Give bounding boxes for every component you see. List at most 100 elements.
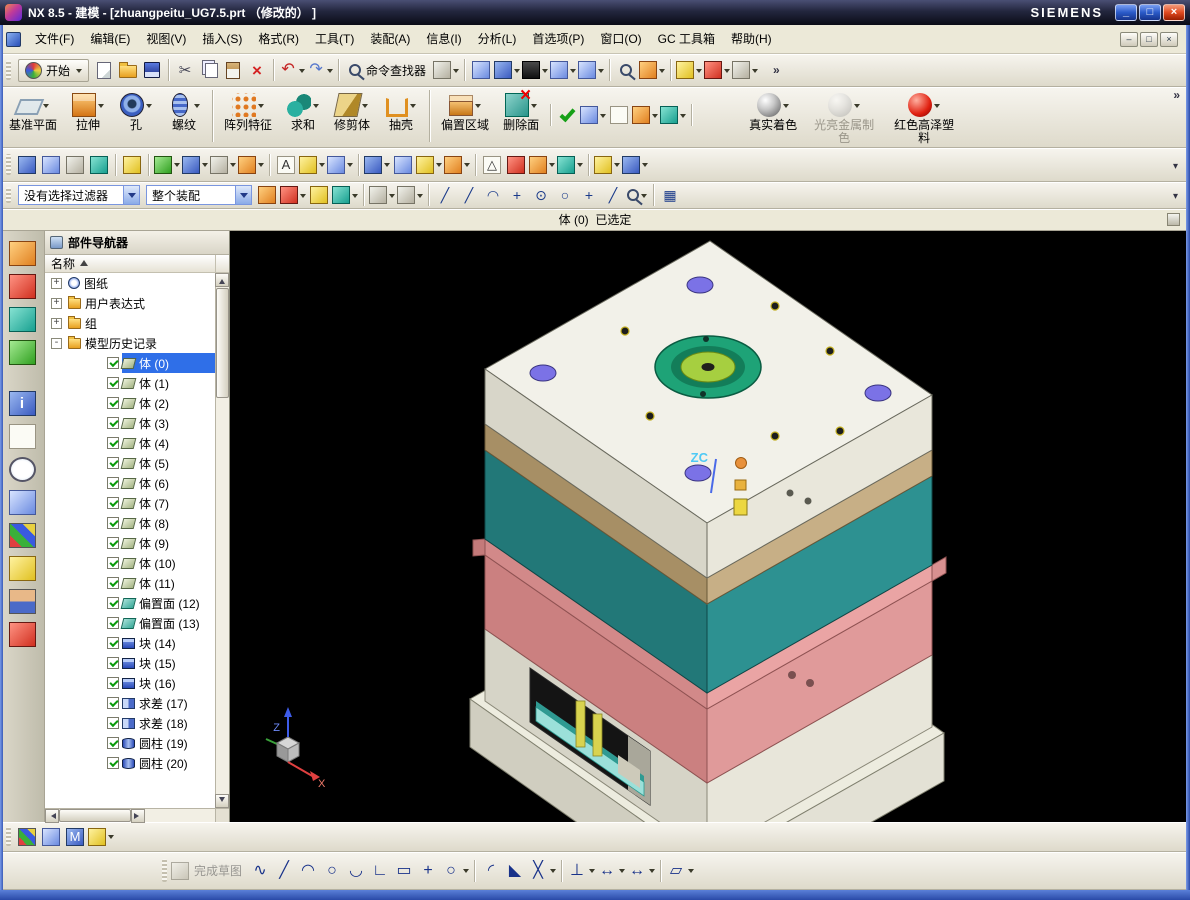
mdi-restore-button[interactable]: □	[1140, 31, 1158, 47]
text-tool-button[interactable]: A	[274, 152, 298, 178]
window-layout-button[interactable]	[469, 57, 493, 83]
snap-endpoint-button[interactable]: ╱	[433, 182, 457, 208]
selection-filter-dropdown[interactable]: 没有选择过滤器	[18, 185, 140, 205]
menu-item[interactable]: 插入(S)	[194, 25, 250, 53]
guide-pin-hole[interactable]	[686, 276, 714, 294]
point-marker[interactable]	[735, 457, 747, 469]
menu-item[interactable]: GC 工具箱	[650, 25, 723, 53]
tree-item[interactable]: 体 (6)	[45, 473, 216, 493]
sketch-task-button[interactable]	[153, 152, 181, 178]
face-analysis-button[interactable]	[556, 152, 584, 178]
dropdown-arrow-icon[interactable]	[724, 68, 731, 76]
checkbox-icon[interactable]	[107, 597, 119, 609]
expander-icon[interactable]: +	[51, 277, 62, 289]
menu-item[interactable]: 窗口(O)	[592, 25, 649, 53]
constraint-navigator-button[interactable]	[8, 274, 37, 299]
dropdown-arrow-icon[interactable]	[652, 113, 659, 121]
toolbar-grip[interactable]	[6, 827, 11, 846]
scrollbar-thumb[interactable]	[59, 809, 131, 822]
select-filter-button[interactable]	[279, 182, 307, 208]
snap-toggle-button[interactable]	[255, 182, 279, 208]
wcs-button[interactable]	[631, 102, 659, 128]
delete-face-button[interactable]: 删除面	[496, 85, 546, 147]
tree-item[interactable]: 求差 (18)	[45, 713, 216, 733]
checkbox-icon[interactable]	[107, 357, 119, 369]
toolbar-options-icon[interactable]	[1173, 188, 1178, 202]
format-button[interactable]	[659, 102, 687, 128]
scrollbar-thumb[interactable]	[216, 288, 229, 398]
tree-item[interactable]: - 模型历史记录	[45, 333, 216, 353]
dropdown-arrow-icon[interactable]	[258, 103, 265, 111]
rectangle-button[interactable]: ▭	[392, 858, 416, 884]
torus-tool-button[interactable]	[415, 152, 443, 178]
dropdown-arrow-icon[interactable]	[194, 103, 201, 111]
menu-item[interactable]: 视图(V)	[138, 25, 194, 53]
display-mode-button[interactable]	[621, 152, 649, 178]
dropdown-arrow-icon[interactable]	[570, 68, 577, 76]
titlebar[interactable]: NX 8.5 - 建模 - [zhuangpeitu_UG7.5.prt （修改…	[0, 0, 1190, 25]
start-button[interactable]: 开始	[18, 58, 90, 82]
menu-item[interactable]: 帮助(H)	[723, 25, 780, 53]
dropdown-arrow-icon[interactable]	[347, 163, 353, 170]
point-tool-button[interactable]	[237, 152, 265, 178]
tree-item[interactable]: 体 (4)	[45, 433, 216, 453]
pattern-feature-button[interactable]: 阵列特征	[217, 88, 279, 147]
wireframe-cube-button[interactable]	[396, 182, 424, 208]
dropdown-arrow-icon[interactable]	[550, 869, 557, 876]
scroll-up-button[interactable]	[215, 273, 229, 287]
command-finder-button[interactable]: 命令查找器	[343, 62, 432, 79]
guide-pin-hole[interactable]	[684, 464, 712, 482]
tree-item[interactable]: 偏置面 (12)	[45, 593, 216, 613]
dropdown-arrow-icon[interactable]	[258, 163, 264, 170]
csys-display-button[interactable]	[528, 152, 556, 178]
dropdown-arrow-icon[interactable]	[327, 68, 334, 76]
sketch-button[interactable]	[181, 152, 209, 178]
dropdown-arrow-icon[interactable]	[299, 68, 306, 76]
offset-region-button[interactable]: 偏置区域	[434, 88, 496, 147]
expander-icon[interactable]: +	[51, 297, 62, 309]
dropdown-arrow-icon[interactable]	[410, 103, 417, 111]
checkbox-icon[interactable]	[107, 737, 119, 749]
find-feature-button[interactable]	[614, 57, 638, 83]
highlight-selection-button[interactable]	[331, 182, 359, 208]
open-file-button[interactable]	[116, 57, 140, 83]
notebook-button[interactable]	[8, 622, 37, 647]
dropdown-arrow-icon[interactable]	[696, 68, 703, 76]
datum-csys-button[interactable]	[579, 102, 607, 128]
copy-button[interactable]	[197, 57, 221, 83]
menu-item[interactable]: 分析(L)	[470, 25, 525, 53]
dropdown-arrow-icon[interactable]	[542, 68, 549, 76]
ok-check-button[interactable]	[555, 102, 579, 128]
dropdown-arrow-icon[interactable]	[854, 103, 861, 111]
web-browser-button[interactable]	[8, 424, 37, 449]
mold-assembly-model[interactable]: ZC Z X	[230, 231, 1186, 822]
measure-distance-button[interactable]	[675, 57, 703, 83]
hole-button[interactable]: 孔	[112, 88, 160, 147]
profile-button[interactable]: ∟	[368, 858, 392, 884]
dropdown-arrow-icon[interactable]	[598, 68, 605, 76]
red-plastic-shading-button[interactable]: 红色高泽塑料	[884, 88, 964, 147]
window-border-bottom[interactable]	[0, 890, 1190, 900]
snap-arc-button[interactable]: ◠	[481, 182, 505, 208]
arc-button[interactable]: ◠	[296, 858, 320, 884]
dropdown-arrow-icon[interactable]	[783, 103, 790, 111]
checkbox-icon[interactable]	[107, 457, 119, 469]
dropdown-arrow-icon[interactable]	[389, 193, 395, 201]
assembly-navigator-button[interactable]	[8, 241, 37, 266]
undo-button[interactable]: ↶	[278, 57, 306, 83]
arc2-button[interactable]: ◡	[344, 858, 368, 884]
tree-item[interactable]: 圆柱 (19)	[45, 733, 216, 753]
checkbox-icon[interactable]	[107, 697, 119, 709]
studio-spline-button[interactable]: ∿	[248, 858, 272, 884]
new-file-button[interactable]	[92, 57, 116, 83]
checkbox-icon[interactable]	[107, 537, 119, 549]
datum-plane-button[interactable]: 基准平面	[2, 88, 64, 147]
dimension-button[interactable]: ↔	[596, 858, 626, 884]
dropdown-arrow-icon[interactable]	[98, 103, 105, 111]
menu-item[interactable]: 信息(I)	[418, 25, 469, 53]
mdi-minimize-button[interactable]: –	[1120, 31, 1138, 47]
checkbox-icon[interactable]	[107, 417, 119, 429]
dropdown-arrow-icon[interactable]	[300, 193, 306, 201]
toolbar-overflow-icon[interactable]	[1173, 88, 1180, 102]
dropdown-arrow-icon[interactable]	[76, 68, 83, 76]
